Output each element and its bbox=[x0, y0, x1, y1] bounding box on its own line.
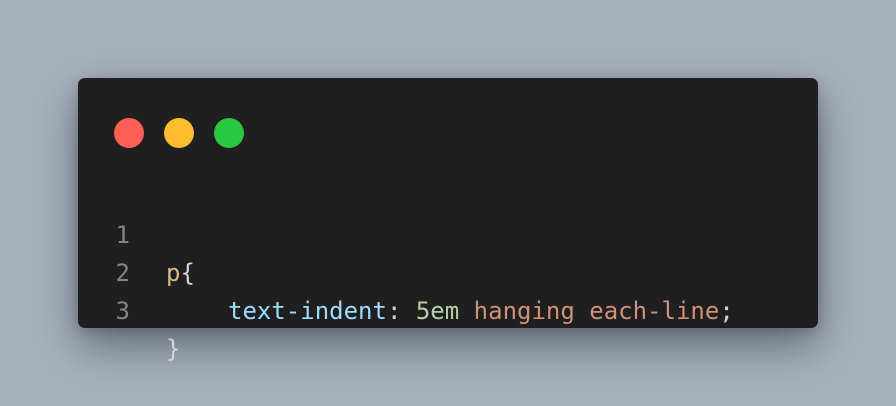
colon: : bbox=[386, 297, 416, 325]
css-property: text-indent bbox=[228, 297, 387, 325]
line-number: 3 bbox=[115, 297, 130, 325]
minimize-button[interactable] bbox=[164, 118, 194, 148]
code-line: 1 p{ bbox=[78, 178, 818, 287]
close-brace: } bbox=[166, 335, 181, 363]
maximize-button[interactable] bbox=[214, 118, 244, 148]
code-line: 3 } bbox=[78, 254, 818, 363]
window-controls bbox=[114, 118, 244, 148]
close-button[interactable] bbox=[114, 118, 144, 148]
css-value-number: 5em bbox=[415, 297, 460, 325]
code-block: 1 p{ 2 text-indent: 5em hanging each-lin… bbox=[78, 178, 818, 363]
semicolon: ; bbox=[719, 297, 734, 325]
code-line: 2 text-indent: 5em hanging each-line; bbox=[78, 216, 818, 325]
line-source: } bbox=[166, 330, 180, 368]
code-window: 1 p{ 2 text-indent: 5em hanging each-lin… bbox=[78, 78, 818, 363]
line-source: text-indent: 5em hanging each-line; bbox=[228, 292, 734, 330]
css-value-keywords: hanging each-line bbox=[459, 297, 720, 325]
